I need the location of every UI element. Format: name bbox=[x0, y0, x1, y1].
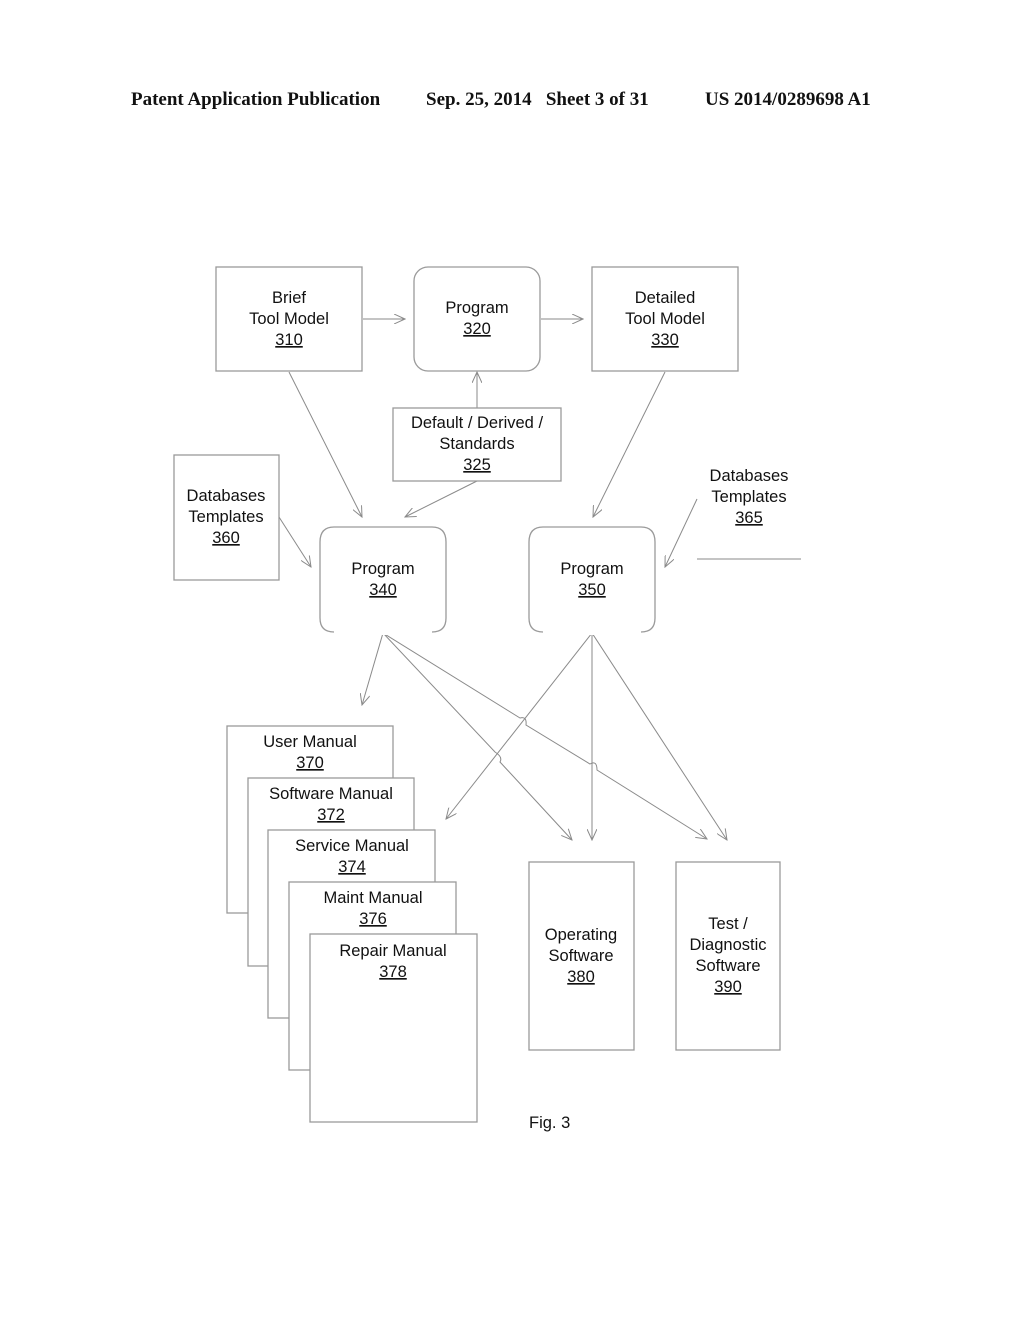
node-ref: 378 bbox=[379, 963, 407, 981]
node-label: Databases bbox=[187, 487, 266, 505]
node-ref: 380 bbox=[567, 968, 595, 986]
node-ref: 325 bbox=[463, 456, 491, 474]
node-label: Tool Model bbox=[625, 310, 705, 328]
edge-325-340 bbox=[405, 480, 478, 517]
edge-365-350 bbox=[665, 498, 698, 567]
node-label: Detailed bbox=[635, 289, 696, 307]
node-brief-tool-model: Brief Tool Model 310 bbox=[215, 266, 363, 372]
node-label: Program bbox=[560, 560, 623, 578]
node-detailed-tool-model: Detailed Tool Model 330 bbox=[591, 266, 739, 372]
node-ref: 370 bbox=[296, 754, 324, 772]
node-ref: 330 bbox=[651, 331, 679, 349]
node-test-diagnostic-software: Test / Diagnostic Software 390 bbox=[675, 861, 781, 1051]
node-program-340: Program 340 bbox=[319, 526, 447, 635]
edge-350-374 bbox=[446, 632, 593, 819]
edge-340-370 bbox=[362, 632, 384, 705]
node-ref: 310 bbox=[275, 331, 303, 349]
node-databases-templates-365: Databases Templates 365 bbox=[710, 467, 789, 527]
node-label: Maint Manual bbox=[323, 889, 422, 907]
edge-330-350 bbox=[593, 371, 666, 517]
node-default-derived-standards: Default / Derived / Standards 325 bbox=[392, 407, 562, 482]
node-label: User Manual bbox=[263, 733, 357, 751]
node-ref: 360 bbox=[212, 529, 240, 547]
node-label: Diagnostic bbox=[689, 936, 766, 954]
node-label: Standards bbox=[439, 435, 514, 453]
node-label: Service Manual bbox=[295, 837, 409, 855]
node-ref: 340 bbox=[369, 581, 397, 599]
flow-diagram: Brief Tool Model 310 Program 320 Detaile… bbox=[173, 266, 801, 1132]
node-label: Program bbox=[351, 560, 414, 578]
node-repair-manual: Repair Manual 378 bbox=[309, 933, 478, 1123]
node-label: Templates bbox=[711, 488, 786, 506]
node-label: Program bbox=[445, 299, 508, 317]
node-label: Software bbox=[548, 947, 613, 965]
node-ref: 320 bbox=[463, 320, 491, 338]
node-label: Operating bbox=[545, 926, 617, 944]
node-label: Tool Model bbox=[249, 310, 329, 328]
node-ref: 350 bbox=[578, 581, 606, 599]
node-label: Brief bbox=[272, 289, 306, 307]
edge-340-390 bbox=[382, 632, 707, 839]
figure-caption: Fig. 3 bbox=[529, 1114, 570, 1132]
node-label: Repair Manual bbox=[339, 942, 446, 960]
edge-310-340 bbox=[288, 371, 362, 517]
node-program-320: Program 320 bbox=[413, 266, 541, 372]
node-ref: 390 bbox=[714, 978, 742, 996]
node-label: Default / Derived / bbox=[411, 414, 543, 432]
node-label: Test / bbox=[708, 915, 748, 933]
node-label: Software bbox=[695, 957, 760, 975]
node-program-350: Program 350 bbox=[528, 526, 656, 635]
node-ref: 374 bbox=[338, 858, 366, 876]
edge-360-340 bbox=[278, 516, 311, 567]
node-label: Templates bbox=[188, 508, 263, 526]
node-operating-software: Operating Software 380 bbox=[528, 861, 635, 1051]
node-label: Databases bbox=[710, 467, 789, 485]
node-ref: 372 bbox=[317, 806, 345, 824]
node-ref: 376 bbox=[359, 910, 387, 928]
node-databases-templates-360: Databases Templates 360 bbox=[173, 454, 280, 581]
node-ref: 365 bbox=[735, 509, 763, 527]
node-label: Software Manual bbox=[269, 785, 393, 803]
